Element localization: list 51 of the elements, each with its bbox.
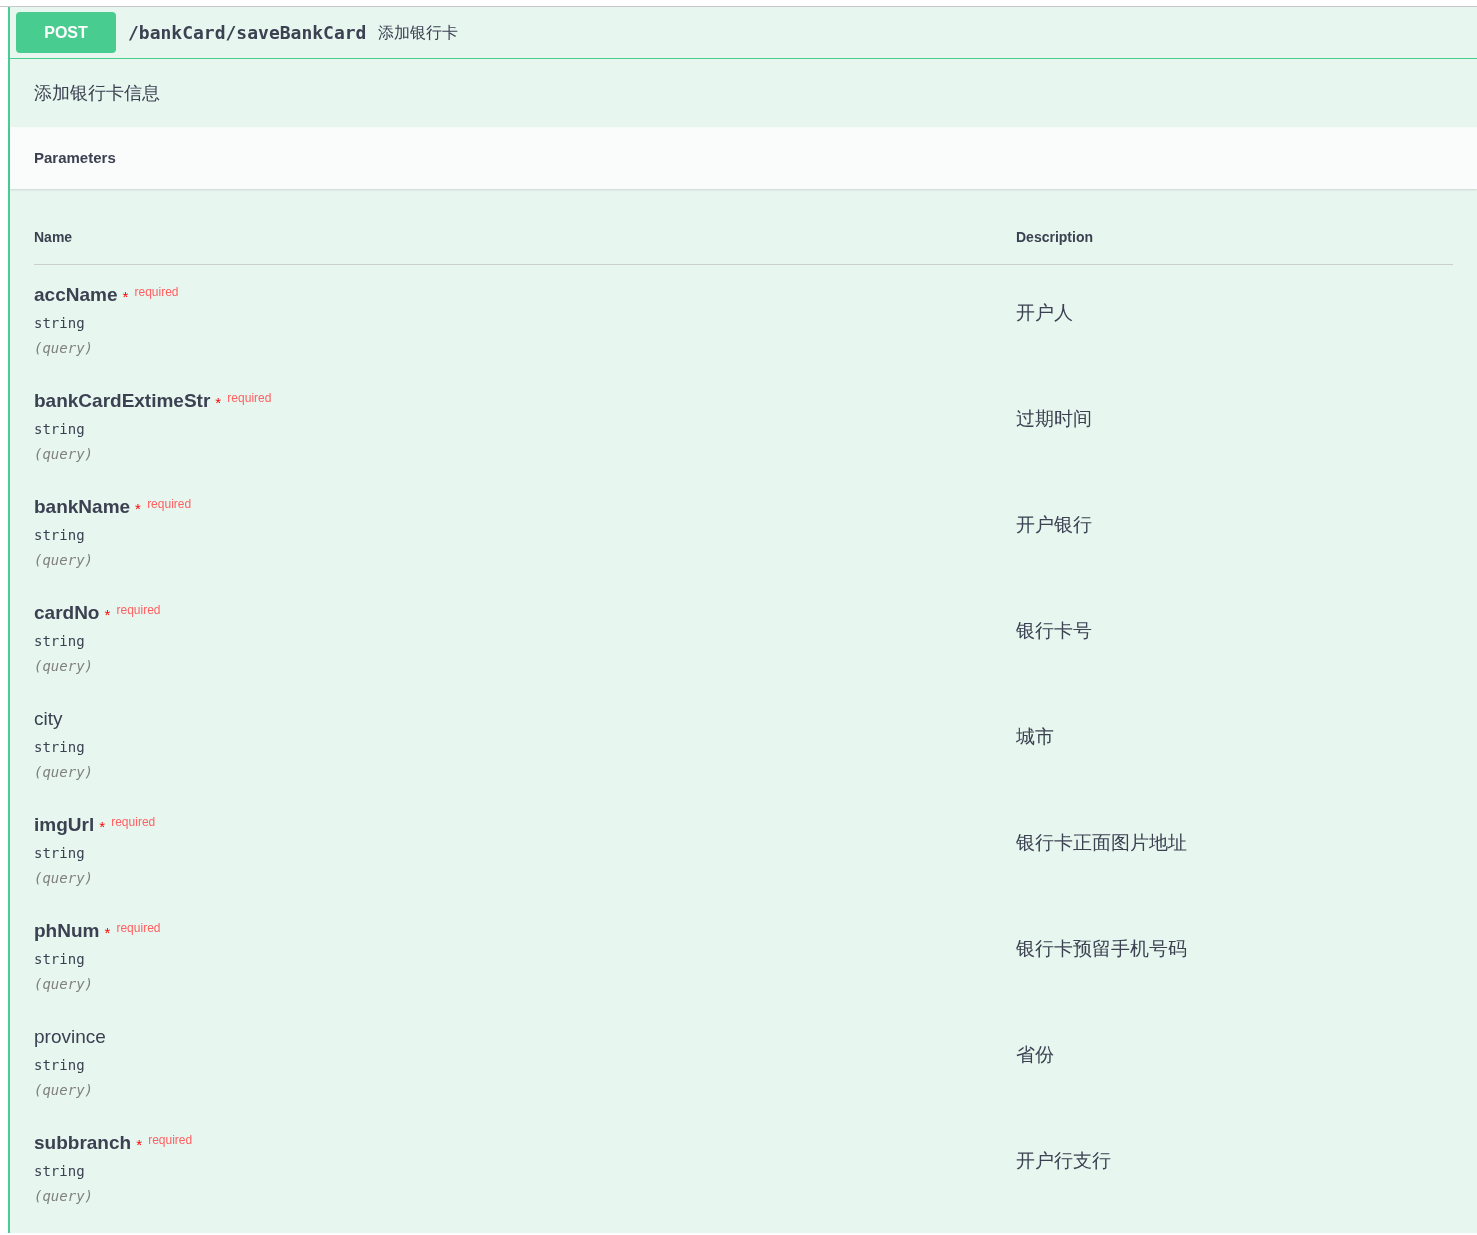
parameter-description: 城市 xyxy=(1016,726,1054,747)
parameter-description: 银行卡正面图片地址 xyxy=(1016,832,1187,853)
method-badge: POST xyxy=(16,12,116,53)
parameter-name: bankCardExtimeStr xyxy=(34,389,211,413)
parameter-type: string xyxy=(34,1162,85,1181)
parameter-name: phNum xyxy=(34,919,100,943)
required-marker: * $^{required}$ xyxy=(215,395,272,410)
parameter-location: (query) xyxy=(34,975,93,994)
parameter-location: (query) xyxy=(34,657,93,676)
required-marker: * $^{required}$ xyxy=(135,501,192,516)
parameter-name: subbranch xyxy=(34,1131,132,1155)
parameter-location: (query) xyxy=(34,445,93,464)
required-marker: * $^{required}$ xyxy=(122,289,179,304)
parameter-description: 开户银行 xyxy=(1016,514,1092,535)
parameter-type: string xyxy=(34,1056,85,1075)
parameter-name: accName xyxy=(34,283,118,307)
parameter-location: (query) xyxy=(34,551,93,570)
endpoint-summary: 添加银行卡 xyxy=(378,22,459,43)
operation-header[interactable]: POST /bankCard/saveBankCard 添加银行卡 xyxy=(10,7,1477,59)
required-marker: * $^{required}$ xyxy=(104,925,161,940)
parameter-name: province xyxy=(34,1025,106,1049)
parameter-name: cardNo xyxy=(34,601,100,625)
parameter-name: bankName xyxy=(34,495,131,519)
parameter-location: (query) xyxy=(34,339,93,358)
parameter-name: imgUrl xyxy=(34,813,95,837)
parameter-description: 省份 xyxy=(1016,1044,1054,1065)
operation-description: 添加银行卡信息 xyxy=(34,81,160,105)
parameter-location: (query) xyxy=(34,869,93,888)
column-header: Name xyxy=(34,228,74,247)
column-header: Description xyxy=(1016,228,1093,247)
parameter-type: string xyxy=(34,526,85,545)
parameter-description: 银行卡号 xyxy=(1016,620,1092,641)
parameter-name: city xyxy=(34,707,63,731)
required-marker: * $^{required}$ xyxy=(136,1137,193,1152)
parameter-type: string xyxy=(34,314,85,333)
parameter-location: (query) xyxy=(34,1081,93,1100)
parameter-type: string xyxy=(34,844,85,863)
parameter-type: string xyxy=(34,420,85,439)
parameter-type: string xyxy=(34,632,85,651)
required-marker: * $^{required}$ xyxy=(99,819,156,834)
parameter-description: 银行卡预留手机号码 xyxy=(1016,938,1187,959)
parameter-description: 开户行支行 xyxy=(1016,1150,1111,1171)
required-marker: * $^{required}$ xyxy=(104,607,161,622)
parameter-description: 过期时间 xyxy=(1016,408,1092,429)
parameter-description: 开户人 xyxy=(1016,302,1073,323)
endpoint-path: /bankCard/saveBankCard xyxy=(128,21,367,45)
parameters-title: Parameters xyxy=(34,147,116,168)
parameter-location: (query) xyxy=(34,763,93,782)
parameter-type: string xyxy=(34,738,85,757)
parameter-location: (query) xyxy=(34,1187,93,1206)
parameter-type: string xyxy=(34,950,85,969)
